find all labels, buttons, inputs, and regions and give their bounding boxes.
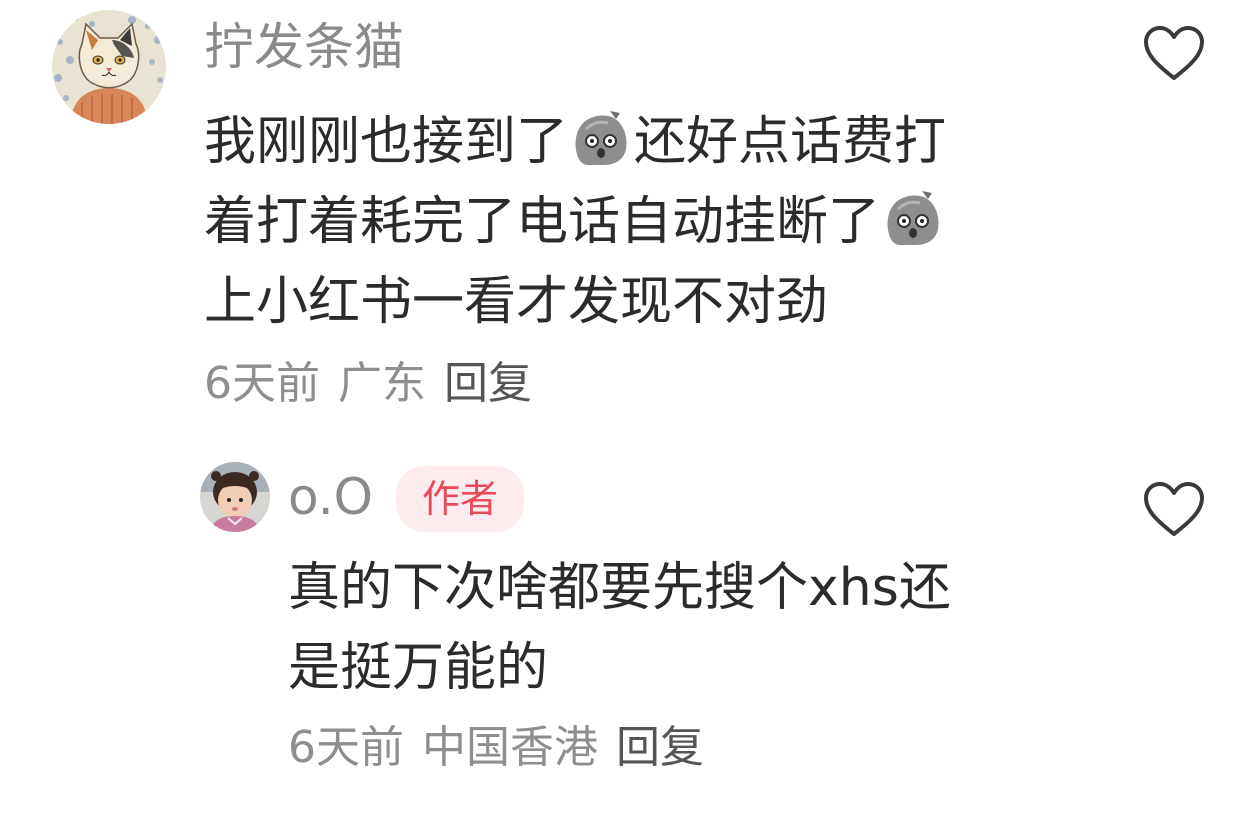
comment-meta: 6天前 广东 回复 (204, 354, 532, 414)
comment-text-line: 是挺万能的 (288, 638, 549, 698)
child-avatar-icon (200, 462, 270, 532)
cat-avatar-icon (52, 10, 166, 124)
comment-text-segment: 我刚刚也接到了 (204, 112, 569, 172)
comment-text-segment: 着打着耗完了电话自动挂断了 (204, 192, 881, 252)
shocked-rock-emoji-icon (882, 187, 944, 270)
comment-time: 6天前 (204, 358, 320, 409)
like-heart-icon[interactable] (1142, 24, 1206, 84)
comment-meta: 6天前 中国香港 回复 (288, 718, 704, 778)
reply-button[interactable]: 回复 (616, 722, 704, 773)
comment-username[interactable]: 拧发条猫 (204, 14, 404, 80)
like-heart-icon[interactable] (1142, 480, 1206, 540)
avatar[interactable] (200, 462, 270, 532)
comment-text-line: 着打着耗完了电话自动挂断了 (204, 184, 946, 270)
comment-text-line: 真的下次啥都要先搜个xhs还 (288, 558, 951, 618)
reply-button[interactable]: 回复 (444, 358, 532, 409)
comment-time: 6天前 (288, 722, 404, 773)
avatar[interactable] (52, 10, 166, 124)
shocked-rock-emoji-icon (570, 107, 632, 190)
comment-location: 中国香港 (422, 722, 598, 773)
comment-text-line: 上小红书一看才发现不对劲 (204, 272, 829, 332)
reply-username[interactable]: o.O (288, 464, 373, 530)
comment-text-segment: 还好点话费打 (634, 112, 947, 172)
author-badge: 作者 (396, 466, 525, 532)
comment-text-line: 我刚刚也接到了 还好点话费打 (204, 104, 946, 190)
reply-comment-item: o.O 作者 真的下次啥都要先搜个xhs还 是挺万能的 6天前 中国香港 回复 (0, 440, 1260, 830)
comment-item: 拧发条猫 我刚刚也接到了 还好点话费打 着打着耗完了电话自动挂断了 上小红书一看… (0, 0, 1260, 430)
comment-location: 广东 (338, 358, 426, 409)
